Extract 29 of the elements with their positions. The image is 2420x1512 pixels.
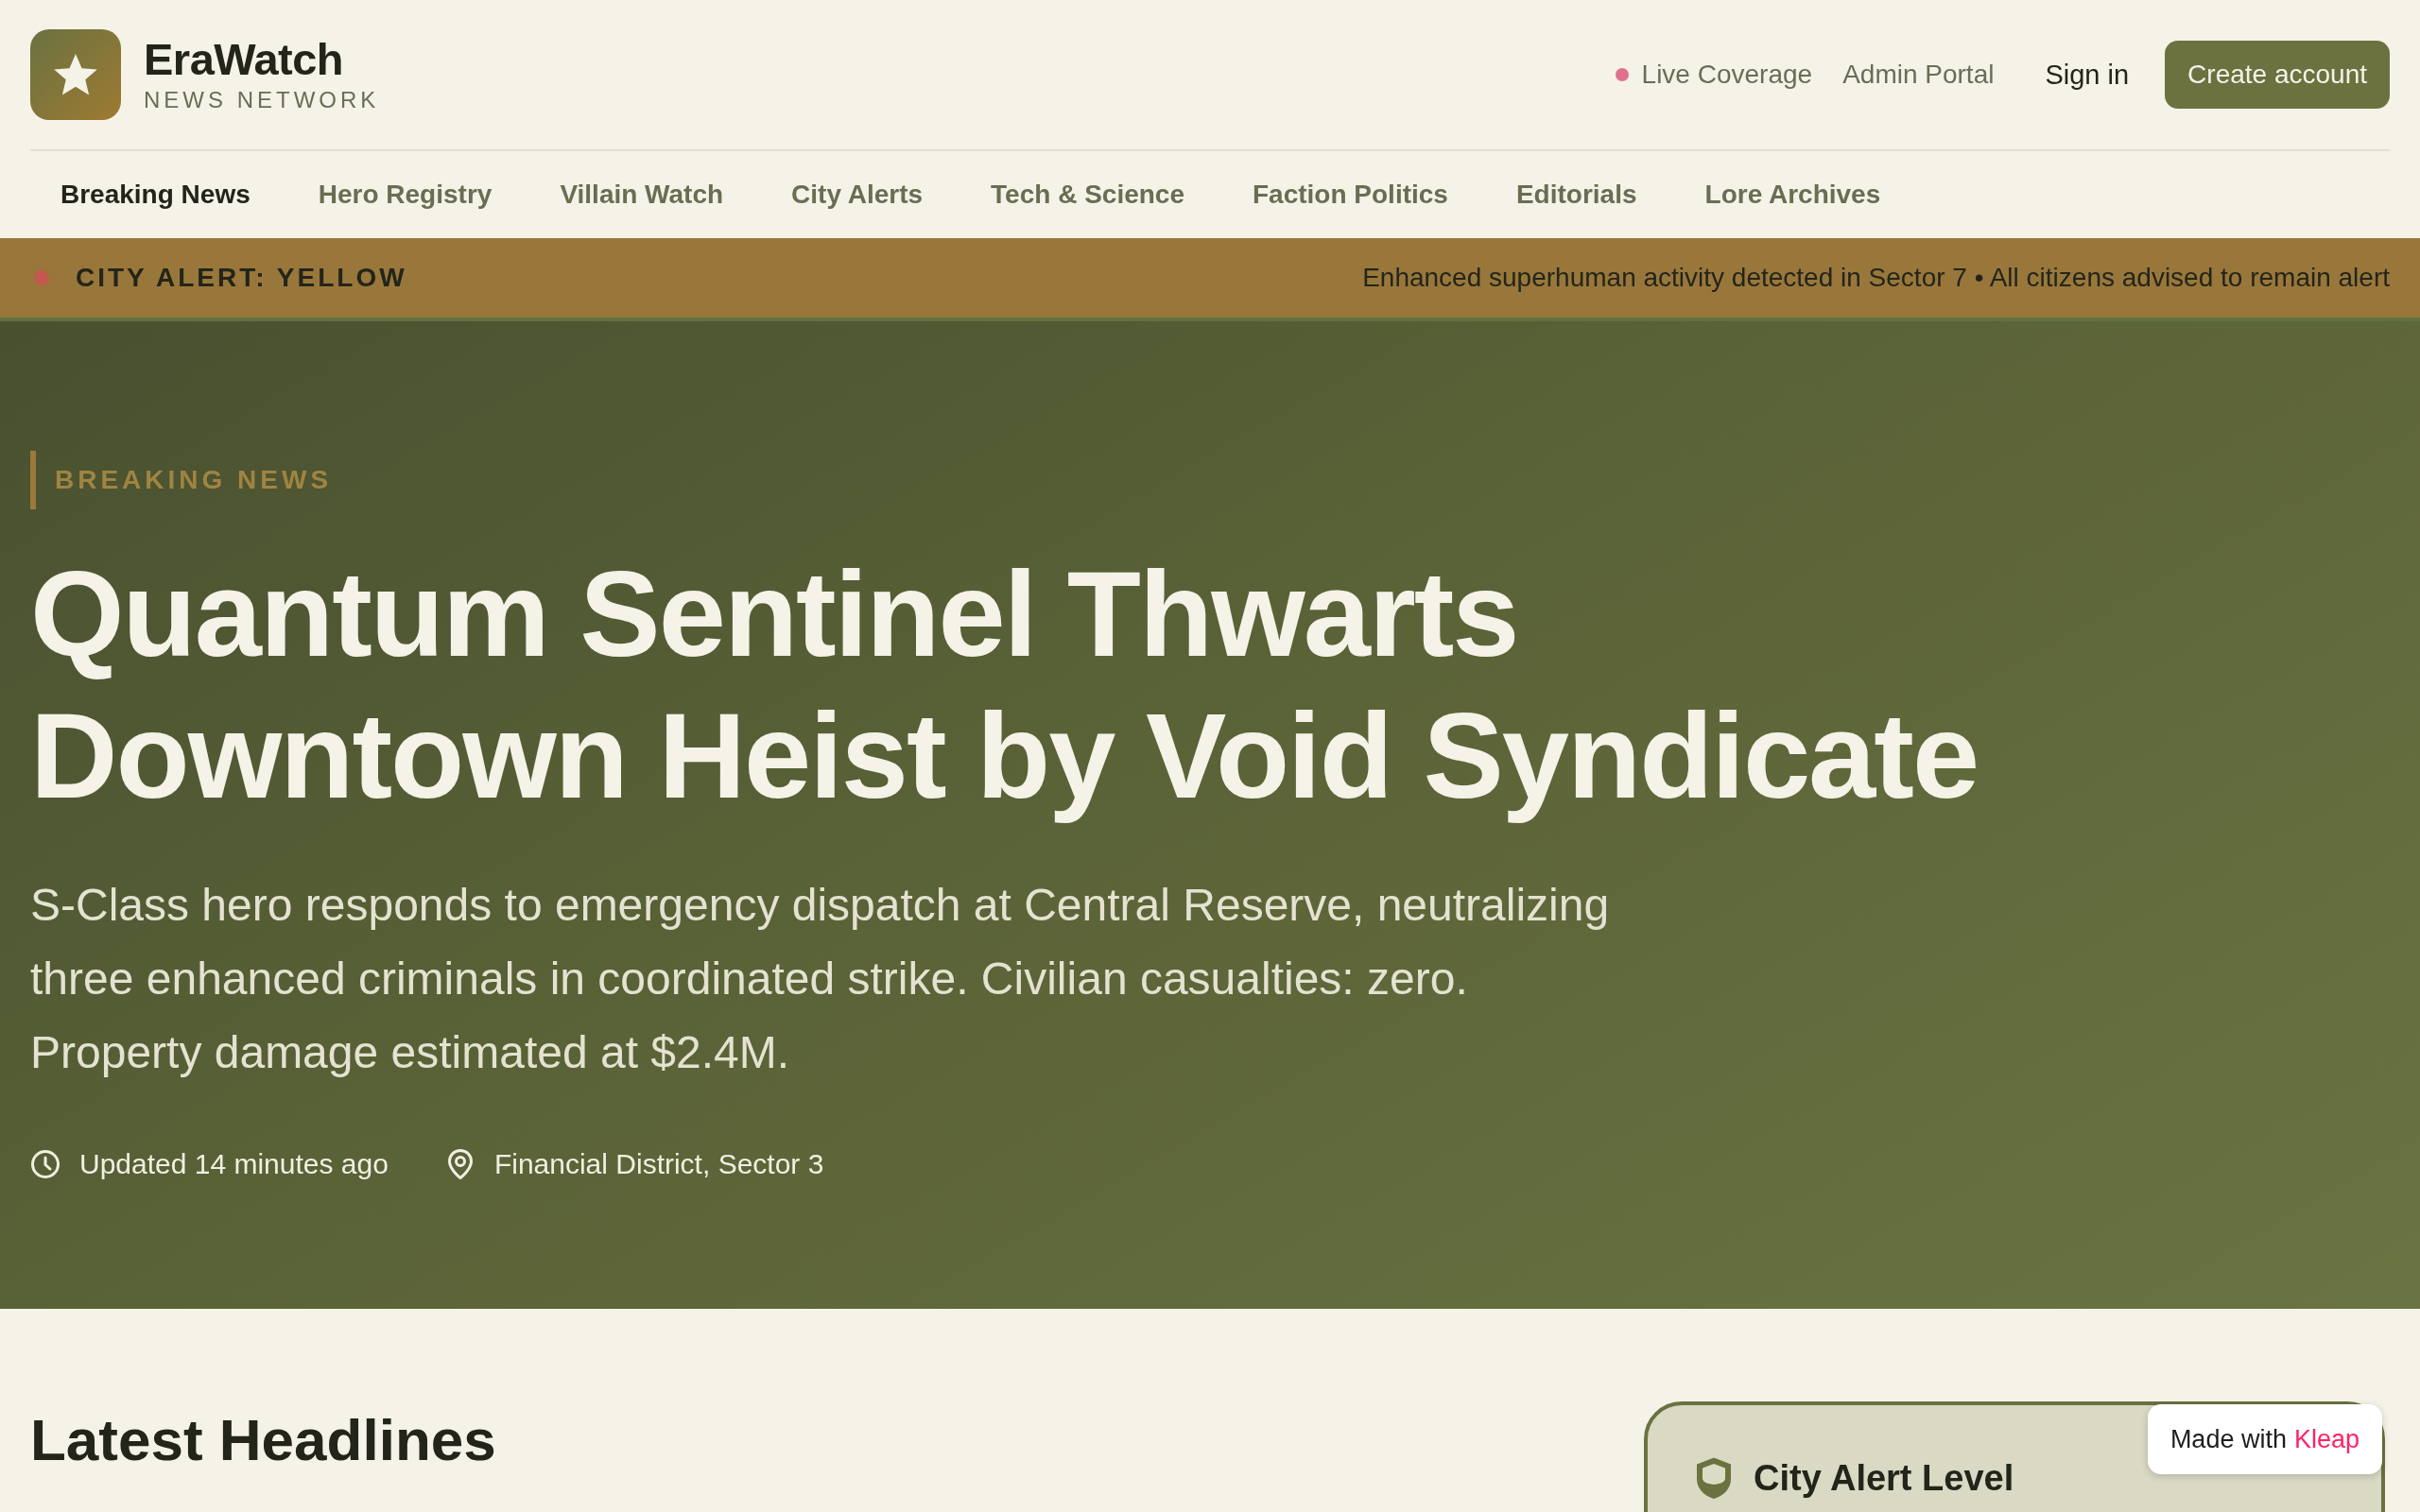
nav-tab[interactable]: Breaking News xyxy=(30,180,281,210)
made-with-badge[interactable]: Made with Kleap xyxy=(2147,1404,2382,1474)
clock-icon xyxy=(30,1148,60,1180)
headline: Quantum Sentinel Thwarts Downtown Heist by Void Syndicate xyxy=(30,545,1979,825)
card-title: City Alert Level xyxy=(1754,1457,2014,1499)
alert-message: Enhanced superhuman activity detected in Sector 7 • All citizens advised to remain alert xyxy=(1362,263,2390,293)
nav-tab[interactable]: Hero Registry xyxy=(287,180,523,210)
create-account-button[interactable]: Create account xyxy=(2165,41,2390,109)
updated-time: Updated 14 minutes ago xyxy=(79,1148,389,1180)
nav-tab[interactable]: City Alerts xyxy=(761,180,954,210)
status-dot-icon xyxy=(1615,68,1629,81)
site-title: EraWatch xyxy=(144,34,345,84)
section-heading: Latest Headlines xyxy=(30,1406,496,1474)
sign-in-link[interactable]: Sign in xyxy=(2045,59,2130,91)
shield-icon xyxy=(1695,1456,1733,1500)
nav-tab[interactable]: Lore Archives xyxy=(1674,180,1911,210)
location-text: Financial District, Sector 3 xyxy=(493,1148,824,1180)
alert-dot-icon xyxy=(34,270,49,285)
nav-tab[interactable]: Tech & Science xyxy=(960,180,1215,210)
section-eyebrow: BREAKING NEWS xyxy=(30,451,333,509)
nav-tab[interactable]: Villain Watch xyxy=(529,180,754,210)
nav-tab[interactable]: Faction Politics xyxy=(1222,180,1478,210)
nav-tab[interactable]: Editorials xyxy=(1485,180,1668,210)
site-tagline: NEWS NETWORK xyxy=(144,87,380,115)
article-summary: S-Class hero responds to emergency dispatch at Central Reserve, neutralizing three enhanced criminals in coordinated strike. Civilian casualties: zero. Property damage estimated at $2.4M. xyxy=(30,879,1611,1079)
star-logo-icon xyxy=(30,29,121,120)
alert-level-label: CITY ALERT: YELLOW xyxy=(76,263,407,293)
live-coverage-link[interactable]: Live Coverage xyxy=(1615,60,1813,90)
header-link[interactable]: Admin Portal xyxy=(1842,60,1995,90)
